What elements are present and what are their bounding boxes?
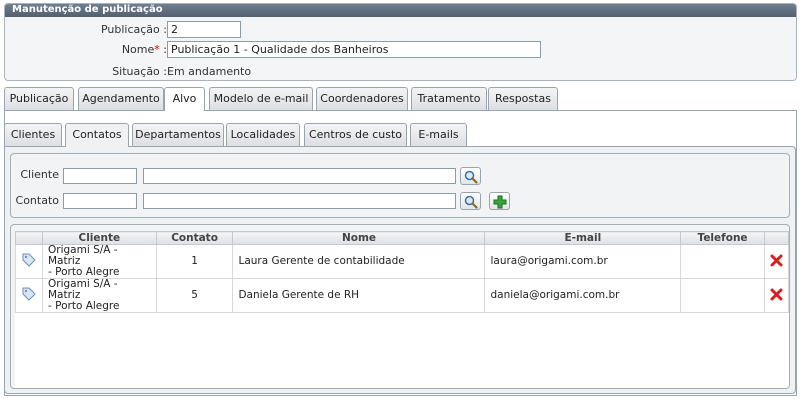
situacao-row: Situação : (5, 63, 167, 80)
add-icon (493, 195, 507, 209)
cell-cliente: Origami S/A - Matriz - Porto Alegre (42, 278, 157, 313)
subtab-centros-custo[interactable]: Centros de custo (304, 123, 407, 146)
add-contato-button[interactable] (489, 192, 510, 210)
header-nome[interactable]: Nome (232, 231, 486, 245)
tab-coordenadores[interactable]: Coordenadores (316, 87, 408, 110)
header-email[interactable]: E-mail (484, 231, 682, 245)
nome-input[interactable] (167, 41, 541, 58)
tag-icon (22, 253, 36, 267)
cliente-name-input[interactable] (143, 168, 456, 184)
contato-search-button[interactable] (460, 192, 481, 210)
delete-icon[interactable] (770, 254, 783, 267)
cell-contato: 1 (155, 244, 234, 279)
cell-telefone (680, 244, 765, 279)
header-icon (15, 231, 43, 245)
tag-icon (22, 287, 36, 301)
cell-contato: 5 (155, 278, 234, 313)
row-icon-cell (15, 244, 43, 279)
cliente-search-button[interactable] (460, 167, 481, 185)
search-icon (464, 170, 478, 184)
cliente-label: Cliente (20, 168, 59, 181)
required-marker: * (154, 43, 160, 56)
nome-label: Nome* : (121, 43, 167, 56)
tab-publicacao[interactable]: Publicação (4, 87, 74, 110)
contato-name-input[interactable] (143, 193, 456, 209)
tab-respostas[interactable]: Respostas (488, 87, 558, 110)
subtab-localidades[interactable]: Localidades (226, 123, 300, 146)
contato-label: Contato (15, 194, 59, 207)
cell-cliente: Origami S/A - Matriz - Porto Alegre (42, 244, 157, 279)
situacao-label: Situação : (112, 65, 167, 78)
header-actions (763, 231, 789, 245)
situacao-value: Em andamento (167, 65, 252, 78)
tab-tratamento[interactable]: Tratamento (411, 87, 487, 110)
subtab-clientes[interactable]: Clientes (4, 123, 62, 146)
nome-row: Nome* : (5, 41, 167, 59)
header-contato[interactable]: Contato (155, 231, 234, 245)
subtab-contatos[interactable]: Contatos (65, 123, 129, 147)
search-icon (464, 195, 478, 209)
publicacao-row: Publicação : (5, 21, 167, 39)
delete-icon[interactable] (770, 288, 783, 301)
cell-nome: Daniela Gerente de RH (232, 278, 486, 313)
delete-cell[interactable] (763, 278, 789, 313)
table-row[interactable]: Origami S/A - Matriz - Porto Alegre 1 Lau… (15, 244, 789, 279)
publication-panel: Manutenção de publicação Publicação : No… (4, 3, 797, 81)
tab-alvo[interactable]: Alvo (164, 87, 205, 111)
cell-email: daniela@origami.com.br (484, 278, 682, 313)
table-header-row: Cliente Contato Nome E-mail Telefone (15, 231, 789, 245)
cell-email: laura@origami.com.br (484, 244, 682, 279)
panel-title: Manutenção de publicação (5, 4, 796, 17)
cell-nome: Laura Gerente de contabilidade (232, 244, 486, 279)
subtab-departamentos[interactable]: Departamentos (132, 123, 224, 146)
contacts-table: Cliente Contato Nome E-mail Telefone Ori… (15, 231, 789, 313)
row-icon-cell (15, 278, 43, 313)
delete-cell[interactable] (763, 244, 789, 279)
header-cliente[interactable]: Cliente (42, 231, 157, 245)
publicacao-label: Publicação : (100, 23, 167, 36)
header-telefone[interactable]: Telefone (680, 231, 765, 245)
contato-code-input[interactable] (63, 193, 137, 209)
cliente-code-input[interactable] (63, 168, 137, 184)
table-row[interactable]: Origami S/A - Matriz - Porto Alegre 5 Dan… (15, 278, 789, 313)
publicacao-input[interactable] (167, 21, 241, 38)
contacts-grid-box: Cliente Contato Nome E-mail Telefone Ori… (10, 224, 790, 389)
tab-agendamento[interactable]: Agendamento (78, 87, 164, 110)
cell-telefone (680, 278, 765, 313)
subtab-emails[interactable]: E-mails (410, 123, 467, 146)
tab-modelo-email[interactable]: Modelo de e-mail (209, 87, 313, 110)
